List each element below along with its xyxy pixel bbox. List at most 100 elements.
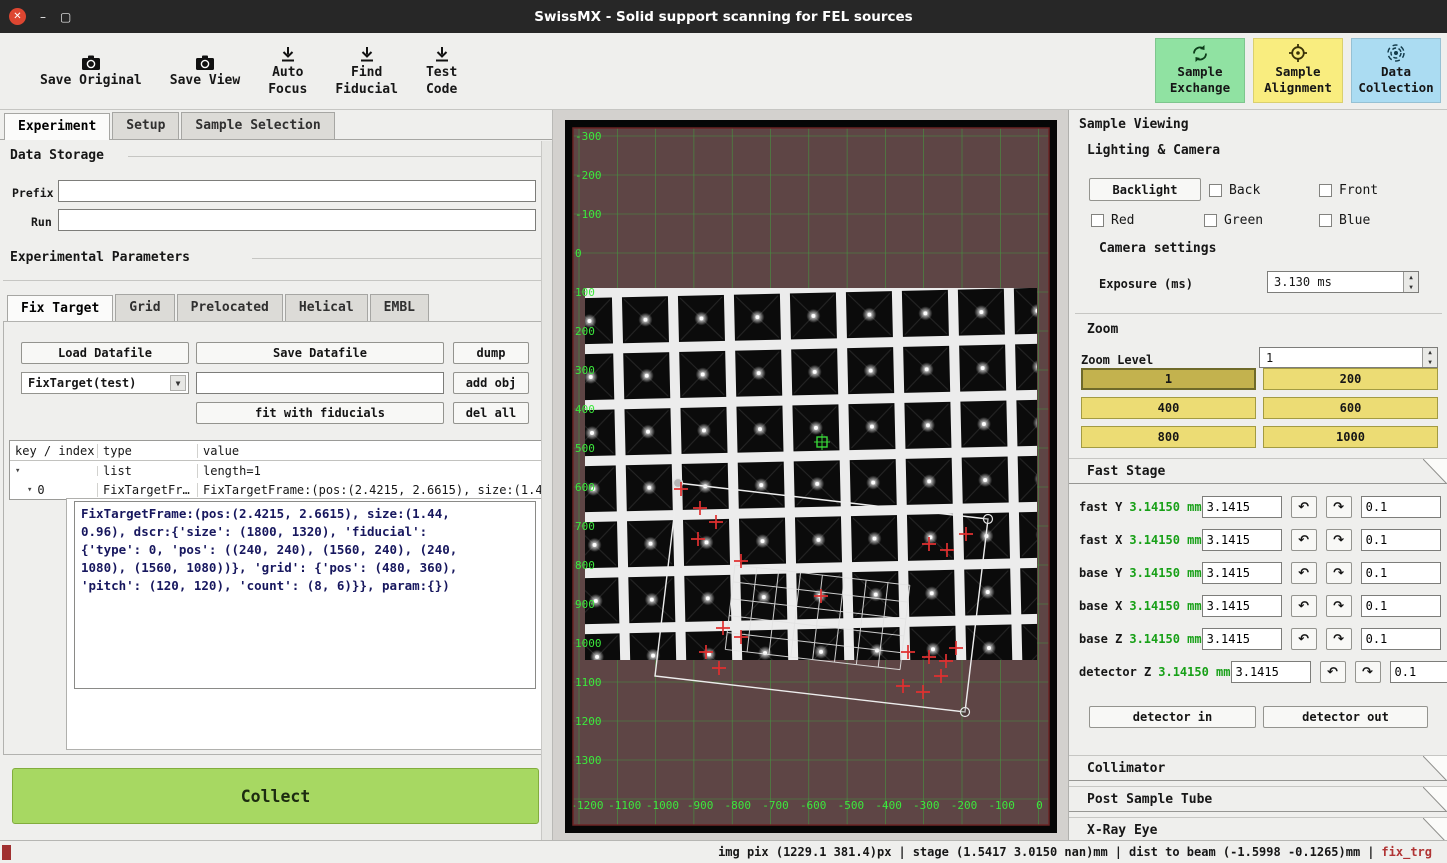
del-all-button[interactable]: del all: [453, 402, 529, 424]
object-type-combobox[interactable]: FixTarget(test) ▼: [21, 372, 189, 394]
axis-step-input[interactable]: [1361, 562, 1441, 584]
checkbox-box[interactable]: [1204, 214, 1217, 227]
zoom-level-spinbox[interactable]: 1 ▲▼: [1259, 347, 1438, 368]
mode-sample-exchange-button[interactable]: SampleExchange: [1155, 38, 1245, 103]
step-back-button[interactable]: ↶: [1291, 562, 1317, 584]
checkbox-box[interactable]: [1209, 184, 1222, 197]
window-maximize-button[interactable]: ▢: [60, 10, 71, 24]
fold-icon: [1423, 787, 1447, 812]
axis-step-input[interactable]: [1361, 496, 1441, 518]
toolbar-auto-focus-button[interactable]: AutoFocus: [268, 45, 307, 98]
section-post-sample-tube[interactable]: Post Sample Tube: [1069, 786, 1447, 812]
row-type: list: [98, 464, 198, 478]
add-obj-button[interactable]: add obj: [453, 372, 529, 394]
mode-sample-alignment-button[interactable]: SampleAlignment: [1253, 38, 1343, 103]
detector-in-button[interactable]: detector in: [1089, 706, 1256, 728]
checkbox-front[interactable]: Front: [1319, 182, 1378, 198]
axis-value-input[interactable]: [1202, 595, 1282, 617]
step-forward-button[interactable]: ↷: [1326, 595, 1352, 617]
svg-text:900: 900: [575, 598, 595, 611]
checkbox-red[interactable]: Red: [1091, 212, 1134, 228]
toolbar-test-code-button[interactable]: TestCode: [426, 45, 457, 98]
zoom-600-button[interactable]: 600: [1263, 397, 1438, 419]
fast-stage-row-base-y: base Y3.14150 mm↶↷: [1079, 561, 1437, 585]
section-fast-stage[interactable]: Fast Stage: [1069, 458, 1447, 484]
svg-text:-900: -900: [687, 799, 714, 812]
axis-value-input[interactable]: [1202, 628, 1282, 650]
step-forward-button[interactable]: ↷: [1326, 496, 1352, 518]
table-row[interactable]: ▾0 FixTargetFr… FixTargetFrame:(pos:(2.4…: [10, 480, 541, 499]
axis-step-input[interactable]: [1361, 529, 1441, 551]
detector-out-button[interactable]: detector out: [1263, 706, 1428, 728]
step-forward-button[interactable]: ↷: [1355, 661, 1381, 683]
section-collimator[interactable]: Collimator: [1069, 755, 1447, 781]
window-minimize-button[interactable]: –: [40, 10, 46, 24]
svg-text:0: 0: [1036, 799, 1043, 812]
prefix-input[interactable]: [58, 180, 536, 202]
axis-value-input[interactable]: [1202, 529, 1282, 551]
axis-step-input[interactable]: [1390, 661, 1447, 683]
step-back-button[interactable]: ↶: [1320, 661, 1346, 683]
exposure-spinbox[interactable]: 3.130 ms ▲▼: [1267, 271, 1419, 293]
toolbar-save-original-button[interactable]: Save Original: [40, 53, 142, 89]
save-datafile-button[interactable]: Save Datafile: [196, 342, 444, 364]
tab-setup[interactable]: Setup: [112, 112, 179, 139]
step-back-button[interactable]: ↶: [1291, 529, 1317, 551]
param-tab-grid[interactable]: Grid: [115, 294, 174, 321]
dump-button[interactable]: dump: [453, 342, 529, 364]
toolbar-find-fiducial-button[interactable]: FindFiducial: [335, 45, 398, 98]
column-value: value: [198, 444, 541, 458]
svg-text:-100: -100: [988, 799, 1015, 812]
step-forward-button[interactable]: ↷: [1326, 529, 1352, 551]
step-forward-button[interactable]: ↷: [1326, 562, 1352, 584]
checkbox-back[interactable]: Back: [1209, 182, 1260, 198]
fit-with-fiducials-button[interactable]: fit with fiducials: [196, 402, 444, 424]
param-tab-prelocated[interactable]: Prelocated: [177, 294, 283, 321]
tab-experiment[interactable]: Experiment: [4, 113, 110, 140]
step-back-button[interactable]: ↶: [1291, 595, 1317, 617]
table-row[interactable]: ▾ list length=1: [10, 461, 541, 480]
param-tab-fix-target[interactable]: Fix Target: [7, 295, 113, 322]
checkbox-blue[interactable]: Blue: [1319, 212, 1370, 228]
window-title: SwissMX - Solid support scanning for FEL…: [0, 9, 1447, 25]
chevron-down-icon[interactable]: ▼: [170, 375, 186, 391]
axis-value-input[interactable]: [1231, 661, 1311, 683]
step-forward-button[interactable]: ↷: [1326, 628, 1352, 650]
status-right: img pix (1229.1 381.4)px|stage (1.5417 3…: [711, 845, 1439, 859]
expander-icon[interactable]: ▾: [27, 485, 32, 495]
zoom-1-button[interactable]: 1: [1081, 368, 1256, 390]
param-tab-helical[interactable]: Helical: [285, 294, 368, 321]
step-back-button[interactable]: ↶: [1291, 628, 1317, 650]
checkbox-box[interactable]: [1091, 214, 1104, 227]
zoom-400-button[interactable]: 400: [1081, 397, 1256, 419]
collect-button[interactable]: Collect: [12, 768, 539, 824]
mode-data-collection-button[interactable]: DataCollection: [1351, 38, 1441, 103]
zoom-level-value: 1: [1266, 351, 1273, 365]
backlight-button[interactable]: Backlight: [1089, 178, 1201, 201]
camera-view[interactable]: -300-200-1000100200300400500600700800900…: [565, 120, 1057, 833]
checkbox-box[interactable]: [1319, 214, 1332, 227]
expander-icon[interactable]: ▾: [15, 466, 20, 476]
spinner-arrows-icon[interactable]: ▲▼: [1403, 272, 1418, 292]
spinner-arrows-icon[interactable]: ▲▼: [1422, 348, 1437, 367]
axis-step-input[interactable]: [1361, 595, 1441, 617]
download-icon: [280, 45, 296, 63]
axis-value-input[interactable]: [1202, 562, 1282, 584]
axis-value-input[interactable]: [1202, 496, 1282, 518]
zoom-1000-button[interactable]: 1000: [1263, 426, 1438, 448]
load-datafile-button[interactable]: Load Datafile: [21, 342, 189, 364]
axis-step-input[interactable]: [1361, 628, 1441, 650]
step-back-button[interactable]: ↶: [1291, 496, 1317, 518]
zoom-800-button[interactable]: 800: [1081, 426, 1256, 448]
left-panel-scrollbar[interactable]: [541, 141, 552, 840]
checkbox-box[interactable]: [1319, 184, 1332, 197]
checkbox-green[interactable]: Green: [1204, 212, 1263, 228]
window-close-button[interactable]: ✕: [9, 8, 26, 25]
object-name-input[interactable]: [196, 372, 444, 394]
param-tab-embl[interactable]: EMBL: [370, 294, 429, 321]
tab-sample-selection[interactable]: Sample Selection: [181, 112, 334, 139]
toolbar-save-view-button[interactable]: Save View: [170, 53, 240, 89]
run-input[interactable]: [58, 209, 536, 231]
object-detail-text: FixTargetFrame:(pos:(2.4215, 2.6615), si…: [74, 501, 536, 689]
zoom-200-button[interactable]: 200: [1263, 368, 1438, 390]
